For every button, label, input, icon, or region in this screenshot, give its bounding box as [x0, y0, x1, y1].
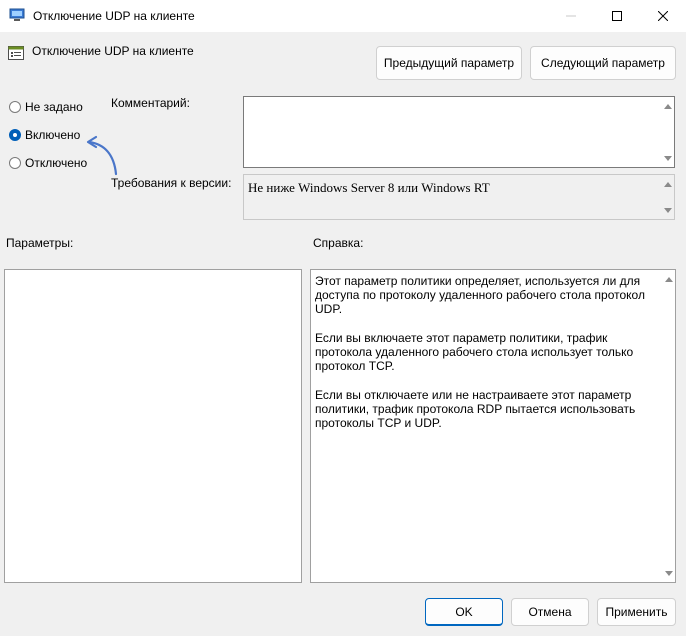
radio-circle-selected: [9, 129, 21, 141]
options-panel[interactable]: [4, 269, 302, 583]
annotation-arrow-icon: [86, 135, 118, 176]
help-paragraph: Если вы отключаете или не настраиваете э…: [315, 388, 636, 430]
comment-label: Комментарий:: [111, 96, 190, 110]
maximize-button[interactable]: [594, 0, 640, 32]
requirements-label: Требования к версии:: [111, 176, 232, 190]
policy-setting-icon: [8, 46, 24, 60]
radio-enabled[interactable]: Включено: [9, 126, 80, 144]
window-title: Отключение UDP на клиенте: [33, 9, 195, 23]
radio-circle: [9, 101, 21, 113]
requirements-value: Не ниже Windows Server 8 или Windows RT: [248, 180, 490, 195]
scroll-down-arrow-icon[interactable]: [663, 205, 673, 215]
scroll-down-arrow-icon[interactable]: [664, 568, 674, 578]
next-setting-button[interactable]: Следующий параметр: [530, 46, 676, 80]
scroll-up-arrow-icon[interactable]: [664, 274, 674, 284]
help-paragraph: Если вы включаете этот параметр политики…: [315, 331, 634, 373]
help-text: Этот параметр политики определяет, испол…: [315, 274, 657, 445]
requirements-field: Не ниже Windows Server 8 или Windows RT: [243, 174, 675, 220]
radio-disabled[interactable]: Отключено: [9, 154, 87, 172]
close-icon: [658, 11, 668, 21]
minimize-button[interactable]: [548, 0, 594, 32]
policy-name: Отключение UDP на клиенте: [32, 44, 194, 58]
apply-button[interactable]: Применить: [597, 598, 676, 626]
comment-textarea[interactable]: [243, 96, 675, 168]
ok-button[interactable]: OK: [425, 598, 503, 626]
maximize-icon: [612, 11, 622, 21]
scroll-up-arrow-icon[interactable]: [663, 101, 673, 111]
help-paragraph: Этот параметр политики определяет, испол…: [315, 274, 645, 316]
help-panel[interactable]: Этот параметр политики определяет, испол…: [310, 269, 676, 583]
help-panel-label: Справка:: [313, 236, 364, 250]
radio-label: Включено: [25, 128, 81, 142]
cancel-button[interactable]: Отмена: [511, 598, 589, 626]
radio-label: Отключено: [25, 156, 88, 170]
options-panel-label: Параметры:: [6, 236, 74, 250]
radio-not-configured[interactable]: Не задано: [9, 98, 83, 116]
radio-label: Не задано: [25, 100, 83, 114]
radio-circle: [9, 157, 21, 169]
previous-setting-button[interactable]: Предыдущий параметр: [376, 46, 522, 80]
close-button[interactable]: [640, 0, 686, 32]
scroll-down-arrow-icon[interactable]: [663, 153, 673, 163]
minimize-icon: [566, 15, 576, 17]
scroll-up-arrow-icon[interactable]: [663, 179, 673, 189]
app-window-icon: [9, 8, 25, 21]
